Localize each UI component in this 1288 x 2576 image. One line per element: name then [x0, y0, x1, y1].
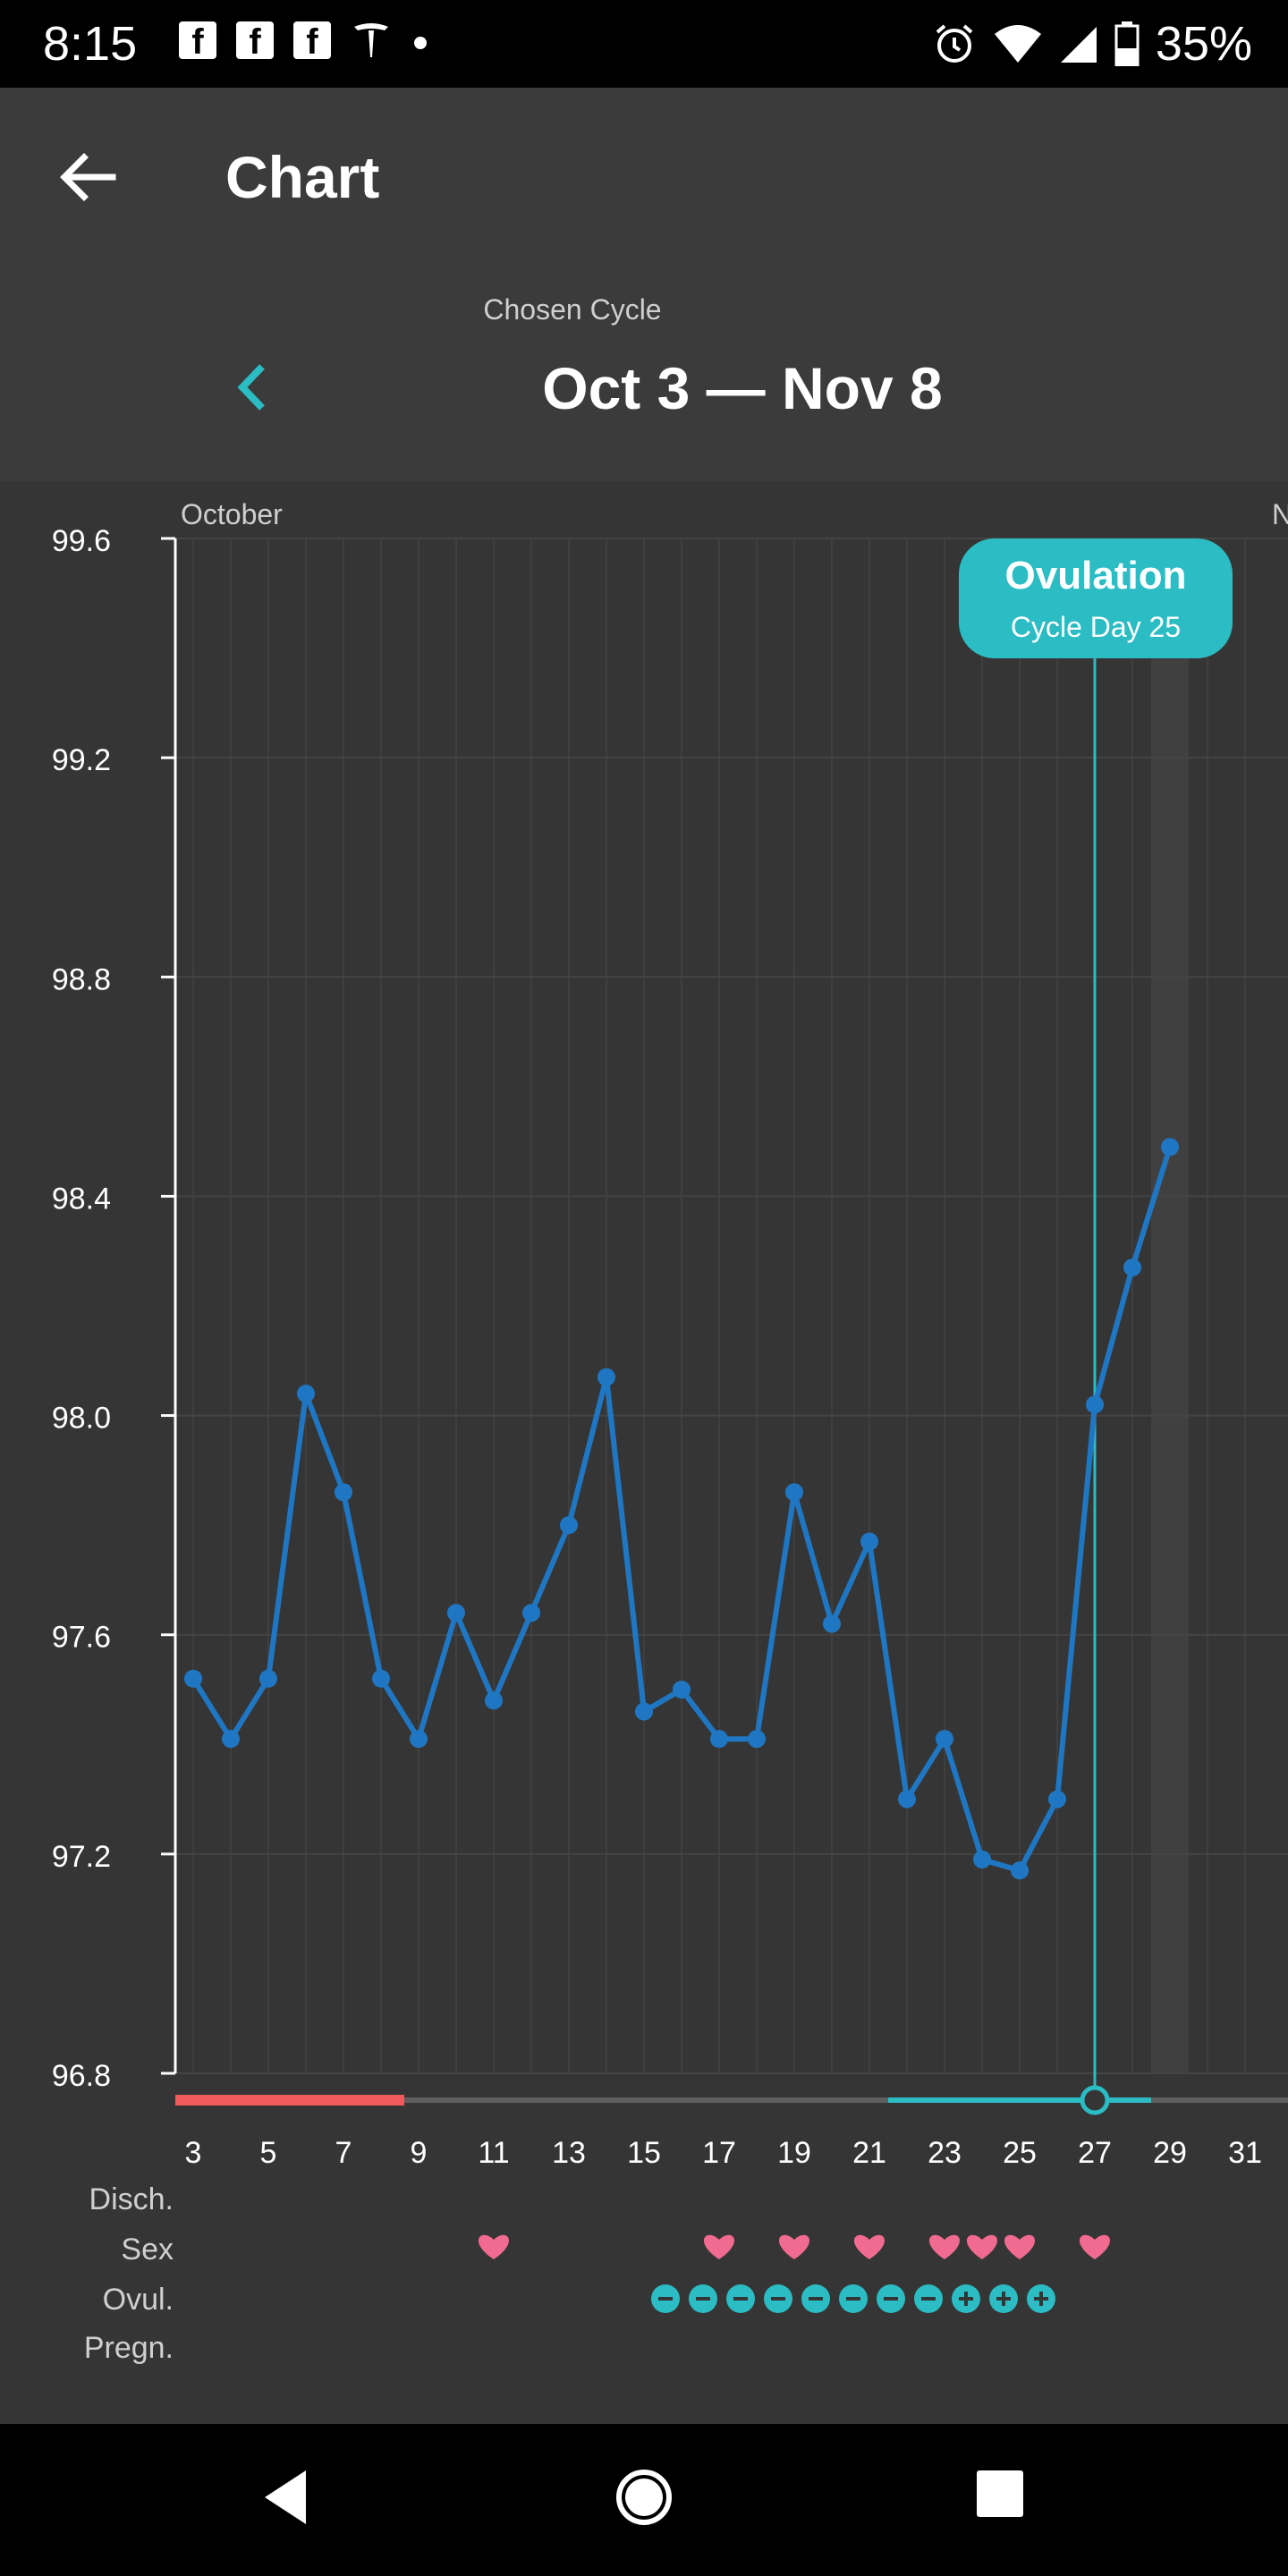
- y-tick-label: 98.0: [52, 1402, 111, 1436]
- x-tick-label: 25: [1003, 2136, 1037, 2170]
- x-tick-label: 11: [478, 2136, 509, 2170]
- y-tick-label: 97.2: [52, 1840, 111, 1874]
- chosen-cycle-label: Chosen Cycle: [483, 293, 662, 326]
- row-label: Pregn.: [84, 2331, 174, 2365]
- notification-icons: f f f: [179, 20, 429, 62]
- x-tick-label: 23: [928, 2136, 962, 2170]
- y-tick-label: 98.8: [52, 962, 111, 996]
- temperature-point[interactable]: [673, 1681, 691, 1699]
- heart-icon[interactable]: [778, 2234, 810, 2259]
- heart-icon[interactable]: [853, 2234, 886, 2259]
- row-label: Disch.: [89, 2182, 174, 2216]
- temperature-point[interactable]: [184, 1669, 202, 1688]
- y-tick-label: 99.6: [52, 524, 111, 558]
- cycle-range: Oct 3 — Nov 8: [542, 355, 943, 421]
- alarm-icon: [936, 24, 973, 63]
- signal-icon: [1060, 27, 1097, 63]
- app-bar: Chart: [0, 88, 1288, 267]
- facebook-icon: f: [293, 21, 331, 62]
- x-tick-label: 9: [411, 2136, 428, 2170]
- x-tick-label: 3: [185, 2136, 202, 2170]
- temperature-point[interactable]: [898, 1790, 916, 1809]
- x-tick-label: 19: [777, 2136, 811, 2170]
- temperature-point[interactable]: [1123, 1258, 1141, 1277]
- ovulation-subtitle: Cycle Day 25: [1011, 611, 1181, 643]
- tesla-icon: [354, 23, 388, 57]
- y-tick-label: 96.8: [52, 2059, 111, 2093]
- temperature-point[interactable]: [560, 1516, 578, 1535]
- x-tick-label: 27: [1078, 2136, 1112, 2170]
- heart-icon[interactable]: [1004, 2234, 1036, 2259]
- recents-square-icon[interactable]: [975, 2469, 1025, 2519]
- temperature-point[interactable]: [410, 1730, 428, 1749]
- heart-icon[interactable]: [1079, 2234, 1111, 2259]
- arrow-left-icon[interactable]: [54, 141, 125, 213]
- temperature-point[interactable]: [597, 1368, 615, 1386]
- ovulation-title: Ovulation: [1005, 554, 1187, 597]
- y-tick-label: 98.4: [52, 1182, 111, 1216]
- heart-icon[interactable]: [928, 2234, 961, 2259]
- temperature-point[interactable]: [710, 1730, 728, 1749]
- home-circle-icon[interactable]: [614, 2467, 674, 2528]
- x-tick-label: 29: [1153, 2136, 1187, 2170]
- temperature-point[interactable]: [522, 1604, 540, 1623]
- heart-icon[interactable]: [966, 2234, 998, 2259]
- status-bar: 8:15 f f f 35%: [0, 0, 1288, 88]
- x-tick-label: 5: [260, 2136, 277, 2170]
- back-triangle-icon[interactable]: [259, 2467, 313, 2528]
- highlight-column: [1151, 657, 1189, 2073]
- temperature-point[interactable]: [1048, 1790, 1066, 1809]
- month-label: N: [1272, 498, 1288, 530]
- status-time: 8:15: [43, 17, 138, 71]
- wifi-icon: [994, 25, 1041, 63]
- temperature-point[interactable]: [297, 1385, 315, 1403]
- x-tick-label: 21: [852, 2136, 886, 2170]
- x-tick-label: 15: [627, 2136, 661, 2170]
- ovulation-marker[interactable]: [1080, 2085, 1110, 2115]
- x-tick-label: 7: [335, 2136, 352, 2170]
- facebook-icon: f: [236, 21, 274, 62]
- temperature-point[interactable]: [635, 1702, 653, 1721]
- temperature-point[interactable]: [1086, 1395, 1104, 1414]
- temperature-point[interactable]: [372, 1669, 390, 1688]
- temperature-point[interactable]: [1011, 1861, 1029, 1880]
- heart-icon[interactable]: [478, 2234, 510, 2259]
- x-tick-label: 17: [702, 2136, 736, 2170]
- temperature-chart[interactable]: 99.6 99.2 98.8 98.4 98.0 97.6 97.2 96.8 October N…: [0, 481, 1288, 2424]
- temperature-point[interactable]: [335, 1483, 352, 1502]
- x-tick-label: 13: [552, 2136, 586, 2170]
- temperature-point[interactable]: [785, 1483, 803, 1502]
- temperature-point[interactable]: [748, 1730, 766, 1749]
- page-title: Chart: [225, 144, 380, 210]
- cycle-selector: Chosen Cycle Oct 3 — Nov 8: [0, 267, 1288, 481]
- temperature-point[interactable]: [259, 1669, 277, 1688]
- row-label: Sex: [121, 2233, 174, 2267]
- battery-icon: [1114, 21, 1140, 66]
- temperature-point[interactable]: [936, 1730, 953, 1749]
- temperature-point[interactable]: [447, 1604, 465, 1623]
- chart-area[interactable]: 99.6 99.2 98.8 98.4 98.0 97.6 97.2 96.8 October N…: [0, 481, 1288, 2424]
- battery-percent: 35%: [1155, 17, 1252, 71]
- month-label: October: [181, 498, 283, 530]
- navigation-bar: [0, 2424, 1288, 2576]
- y-tick-label: 99.2: [52, 743, 111, 777]
- temperature-point[interactable]: [222, 1730, 240, 1749]
- temperature-point[interactable]: [1161, 1138, 1179, 1157]
- temperature-point[interactable]: [973, 1850, 991, 1868]
- facebook-icon: f: [179, 21, 216, 62]
- system-icons: 35%: [932, 16, 1252, 72]
- temperature-point[interactable]: [485, 1691, 503, 1710]
- temperature-point[interactable]: [860, 1532, 878, 1551]
- dot-icon: [414, 37, 427, 49]
- row-label: Ovul.: [103, 2283, 174, 2317]
- temperature-point[interactable]: [823, 1614, 841, 1633]
- heart-icon[interactable]: [703, 2234, 735, 2259]
- y-tick-label: 97.6: [52, 1621, 111, 1655]
- x-tick-label: 31: [1228, 2136, 1262, 2170]
